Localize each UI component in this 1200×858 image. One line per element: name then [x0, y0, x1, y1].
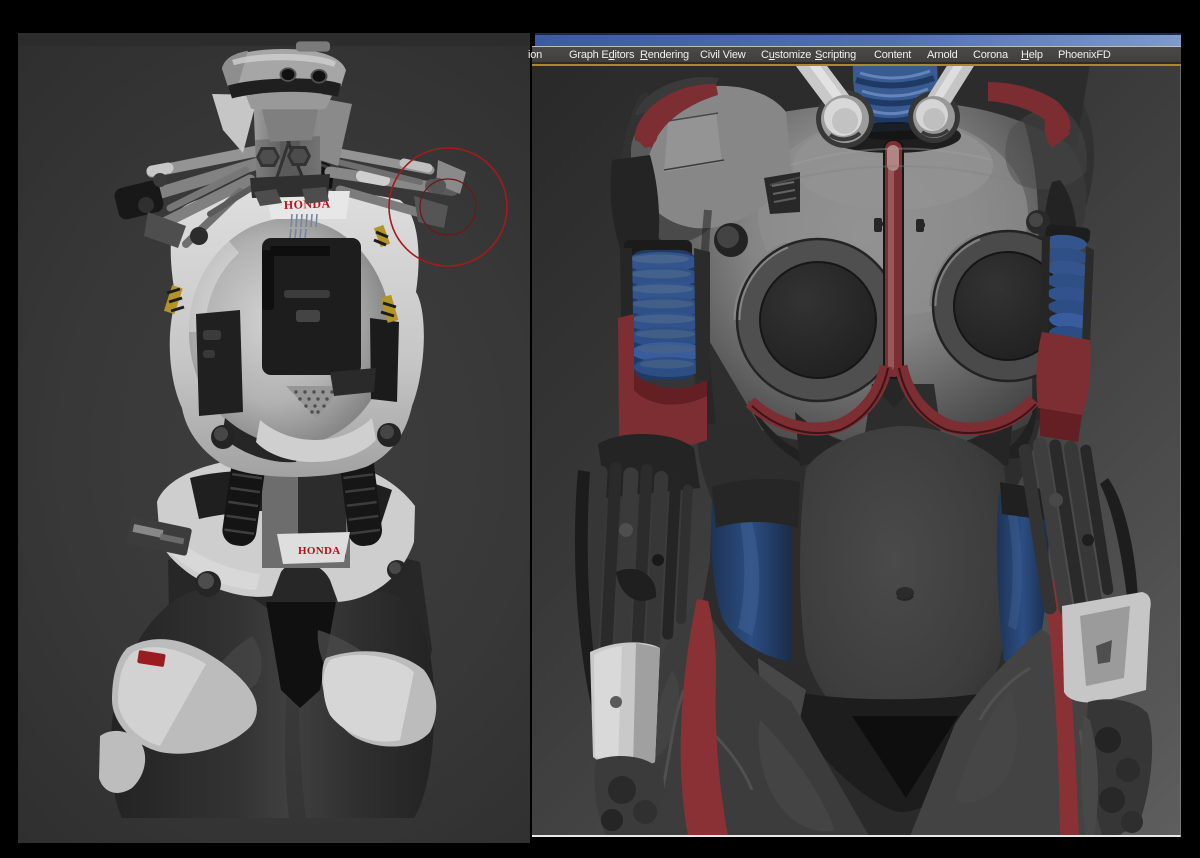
svg-text:HONDA: HONDA: [298, 545, 340, 557]
